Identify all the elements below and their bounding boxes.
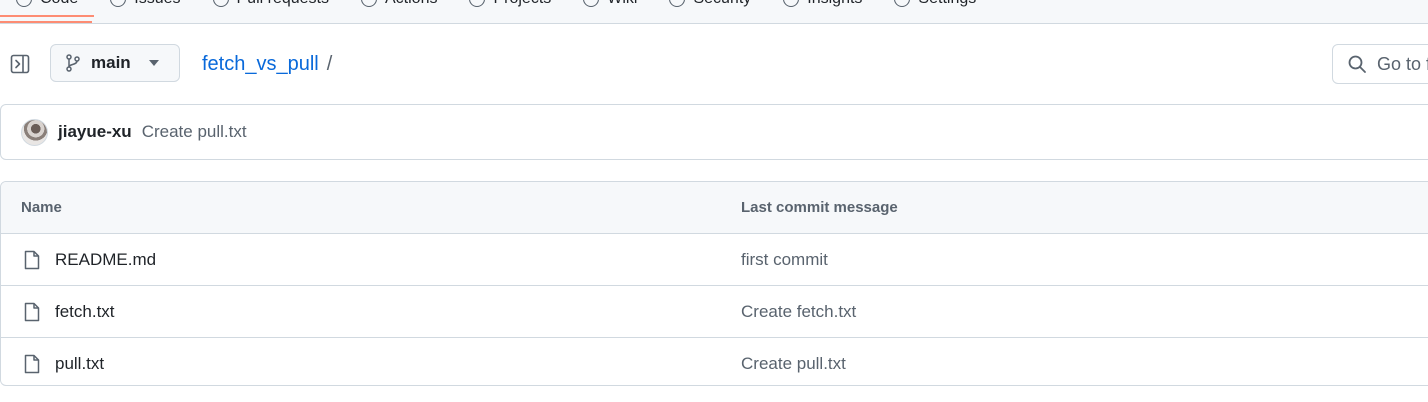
sidebar-toggle-button[interactable] <box>8 52 32 76</box>
tab-label: Pull requests <box>237 0 330 8</box>
breadcrumb-separator: / <box>326 53 333 75</box>
tab-projects[interactable]: Projects <box>453 0 567 8</box>
file-toolbar: main fetch_vs_pull / Go to file <box>0 24 1428 104</box>
avatar[interactable] <box>21 118 48 146</box>
shield-icon <box>669 0 686 7</box>
table-row[interactable]: fetch.txt Create fetch.txt <box>1 286 1428 338</box>
tab-label: Settings <box>918 0 976 8</box>
file-name-link[interactable]: pull.txt <box>55 354 104 374</box>
tab-wiki[interactable]: Wiki <box>567 0 653 8</box>
file-icon <box>24 302 40 322</box>
graph-icon <box>783 0 800 7</box>
tab-label: Code <box>40 0 78 8</box>
tab-pull-requests[interactable]: Pull requests <box>197 0 346 8</box>
tab-security[interactable]: Security <box>653 0 767 8</box>
branch-name: main <box>91 53 131 72</box>
file-commit-message-link[interactable]: first commit <box>741 250 828 270</box>
book-icon <box>583 0 600 7</box>
gear-icon <box>894 0 911 7</box>
table-header: Name Last commit message <box>1 182 1428 234</box>
search-icon <box>1348 55 1366 73</box>
active-tab-indicator <box>0 21 92 23</box>
tab-actions[interactable]: Actions <box>345 0 453 8</box>
git-branch-icon <box>66 54 80 72</box>
breadcrumb: fetch_vs_pull / <box>202 53 332 76</box>
latest-commit-bar: jiayue-xu Create pull.txt <box>0 104 1428 160</box>
branch-select-button[interactable]: main <box>50 44 180 82</box>
chevron-down-icon <box>148 60 159 66</box>
table-row[interactable]: pull.txt Create pull.txt <box>1 338 1428 385</box>
column-header-name: Name <box>21 199 62 216</box>
tab-label: Projects <box>493 0 551 8</box>
file-name-link[interactable]: fetch.txt <box>55 302 115 322</box>
table-row[interactable]: README.md first commit <box>1 234 1428 286</box>
column-header-message: Last commit message <box>741 199 898 216</box>
tab-issues[interactable]: Issues <box>94 0 196 8</box>
file-name-link[interactable]: README.md <box>55 250 156 270</box>
file-icon <box>24 250 40 270</box>
commit-message-link[interactable]: Create pull.txt <box>142 122 247 142</box>
play-icon <box>361 0 377 7</box>
go-to-file-placeholder: Go to file <box>1377 53 1428 74</box>
table-icon <box>469 0 486 7</box>
tab-label: Security <box>693 0 751 8</box>
issue-icon <box>110 0 127 7</box>
tab-settings[interactable]: Settings <box>878 0 992 8</box>
repo-nav: Code Issues Pull requests Actions Projec… <box>0 0 1428 24</box>
tab-label: Actions <box>385 0 437 8</box>
tab-code[interactable]: Code <box>0 0 95 17</box>
file-table: Name Last commit message README.md first… <box>0 181 1428 386</box>
pull-request-icon <box>212 0 229 7</box>
commit-author-link[interactable]: jiayue-xu <box>58 122 132 142</box>
file-icon <box>24 354 40 374</box>
tab-label: Wiki <box>607 0 637 8</box>
file-commit-message-link[interactable]: Create pull.txt <box>741 354 846 374</box>
go-to-file-input[interactable]: Go to file <box>1332 44 1428 84</box>
breadcrumb-repo-link[interactable]: fetch_vs_pull <box>202 53 319 76</box>
file-commit-message-link[interactable]: Create fetch.txt <box>741 302 856 322</box>
code-icon <box>16 0 32 7</box>
tab-label: Issues <box>134 0 180 8</box>
tab-insights[interactable]: Insights <box>767 0 878 8</box>
sidebar-expand-icon <box>10 54 30 74</box>
tab-label: Insights <box>807 0 862 8</box>
